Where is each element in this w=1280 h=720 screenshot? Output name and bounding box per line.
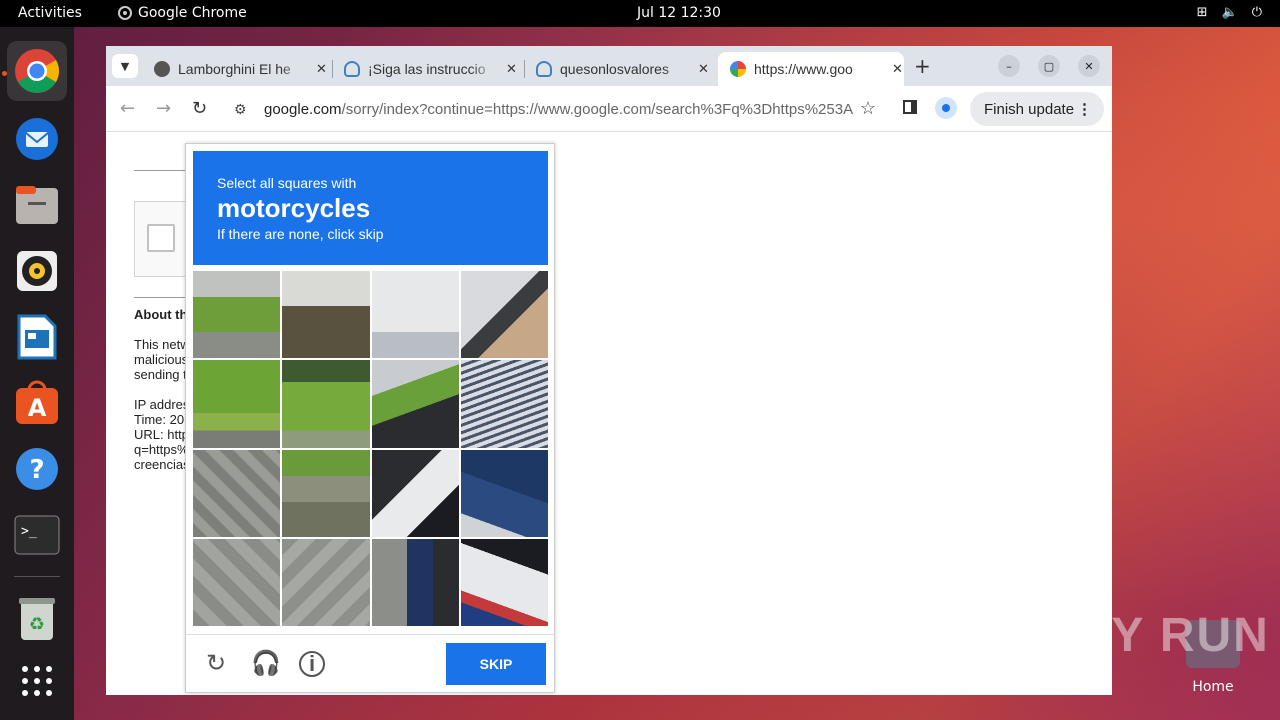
- app-name: Google Chrome: [138, 5, 247, 21]
- captcha-tile[interactable]: [460, 449, 548, 537]
- tab-quesonlosvalores[interactable]: quesonlosvalores ✕: [524, 52, 718, 86]
- captcha-tile[interactable]: [193, 360, 281, 448]
- finish-update-button[interactable]: Finish update ⋮: [970, 92, 1104, 126]
- captcha-tile[interactable]: [460, 360, 548, 448]
- tab-siga[interactable]: ¡Siga las instruccio ✕: [332, 52, 522, 86]
- captcha-grid: [193, 271, 548, 626]
- captcha-tile[interactable]: [282, 449, 370, 537]
- profile-avatar[interactable]: [935, 97, 957, 119]
- tab-title: https://www.goo: [754, 61, 853, 77]
- url-host: google.com: [264, 100, 342, 118]
- close-icon[interactable]: ✕: [698, 61, 709, 77]
- system-tray[interactable]: ⊞ 🔈 ⏻: [1197, 5, 1262, 20]
- url-text: google.com/sorry/index?continue=https://…: [264, 101, 854, 118]
- download-cloud-icon: [536, 61, 552, 77]
- google-icon: [730, 61, 746, 77]
- close-window-button[interactable]: ✕: [1078, 55, 1100, 77]
- side-panel-icon[interactable]: [903, 100, 917, 114]
- captcha-tile[interactable]: [371, 538, 459, 626]
- tab-title: Lamborghini El he: [178, 61, 291, 77]
- app-menu[interactable]: Google Chrome: [118, 5, 247, 21]
- recaptcha-checkbox[interactable]: [147, 224, 175, 252]
- chrome-small-icon: [118, 6, 132, 20]
- tab-title: quesonlosvalores: [560, 61, 669, 77]
- tab-google-active[interactable]: https://www.goo ✕: [718, 52, 904, 86]
- top-bar: Activities Google Chrome Jul 12 12:30 ⊞ …: [0, 0, 1280, 27]
- finish-update-label: Finish update: [984, 100, 1075, 118]
- captcha-tile[interactable]: [371, 360, 459, 448]
- tab-title: ¡Siga las instruccio: [368, 61, 486, 77]
- svg-text:?: ?: [29, 455, 44, 485]
- tab-strip: ▼ Lamborghini El he ✕ ¡Siga las instrucc…: [106, 46, 1112, 86]
- captcha-tile[interactable]: [193, 538, 281, 626]
- reload-icon[interactable]: ↻: [192, 98, 207, 119]
- download-cloud-icon: [344, 61, 360, 77]
- info-icon[interactable]: i: [299, 651, 325, 677]
- chrome-icon[interactable]: [7, 41, 67, 101]
- chevron-down-icon: ▼: [120, 59, 130, 73]
- captcha-tile[interactable]: [460, 538, 548, 626]
- volume-icon: 🔈: [1221, 5, 1238, 20]
- globe-icon: [154, 61, 170, 77]
- captcha-tile[interactable]: [282, 271, 370, 359]
- dock: A ? >_ ♻: [0, 27, 74, 720]
- tab-search-button[interactable]: ▼: [112, 54, 138, 78]
- minimize-button[interactable]: –: [998, 55, 1020, 77]
- captcha-header: Select all squares with motorcycles If t…: [193, 151, 548, 265]
- captcha-instruction: Select all squares with: [217, 175, 357, 191]
- captcha-challenge: Select all squares with motorcycles If t…: [185, 143, 555, 693]
- rhythmbox-icon[interactable]: [7, 241, 67, 301]
- captcha-footer: ↻ 🎧 i SKIP: [186, 634, 554, 692]
- close-icon[interactable]: ✕: [316, 61, 327, 77]
- network-icon: ⊞: [1196, 5, 1208, 20]
- about-heading: About th: [134, 307, 188, 322]
- close-icon[interactable]: ✕: [506, 61, 517, 77]
- address-bar[interactable]: ⚙ google.com/sorry/index?continue=https:…: [224, 92, 884, 126]
- captcha-tile[interactable]: [460, 271, 548, 359]
- browser-toolbar: ← → ↻ ⚙ google.com/sorry/index?continue=…: [106, 86, 1112, 132]
- app-grid-icon[interactable]: [7, 651, 67, 711]
- trash-icon[interactable]: ♻: [7, 589, 67, 649]
- new-tab-button[interactable]: +: [914, 54, 931, 78]
- skip-button[interactable]: SKIP: [446, 643, 546, 685]
- url-path: /sorry/index?continue=https://www.google…: [341, 100, 854, 118]
- captcha-tile[interactable]: [193, 449, 281, 537]
- home-label: Home: [1192, 679, 1234, 695]
- power-icon: ⏻: [1251, 5, 1262, 20]
- captcha-hint: If there are none, click skip: [217, 226, 384, 242]
- captcha-tile[interactable]: [282, 538, 370, 626]
- clock[interactable]: Jul 12 12:30: [637, 5, 721, 21]
- dock-separator: [14, 576, 60, 577]
- help-icon[interactable]: ?: [7, 439, 67, 499]
- tab-lamborghini[interactable]: Lamborghini El he ✕: [142, 52, 330, 86]
- files-icon[interactable]: [7, 175, 67, 235]
- svg-text:♻: ♻: [29, 614, 45, 635]
- activities-button[interactable]: Activities: [18, 5, 82, 21]
- person-icon: [942, 104, 950, 112]
- thunderbird-icon[interactable]: [7, 109, 67, 169]
- back-arrow-icon[interactable]: ←: [120, 98, 135, 119]
- more-vert-icon: ⋮: [1077, 101, 1092, 118]
- terminal-icon[interactable]: >_: [7, 505, 67, 565]
- app-center-icon[interactable]: A: [7, 373, 67, 433]
- captcha-tile[interactable]: [193, 271, 281, 359]
- maximize-button[interactable]: ▢: [1038, 55, 1060, 77]
- bookmark-star-icon[interactable]: ☆: [860, 98, 876, 119]
- captcha-tile[interactable]: [371, 271, 459, 359]
- writer-icon[interactable]: [7, 307, 67, 367]
- forward-arrow-icon[interactable]: →: [156, 98, 171, 119]
- audio-icon[interactable]: 🎧: [251, 651, 281, 677]
- site-info-icon[interactable]: ⚙: [234, 101, 256, 118]
- captcha-tile[interactable]: [371, 449, 459, 537]
- captcha-target: motorcycles: [217, 193, 371, 223]
- reload-icon[interactable]: ↻: [203, 651, 229, 677]
- captcha-tile[interactable]: [282, 360, 370, 448]
- svg-text:>_: >_: [21, 524, 37, 539]
- close-icon[interactable]: ✕: [892, 61, 903, 77]
- svg-text:A: A: [28, 394, 47, 422]
